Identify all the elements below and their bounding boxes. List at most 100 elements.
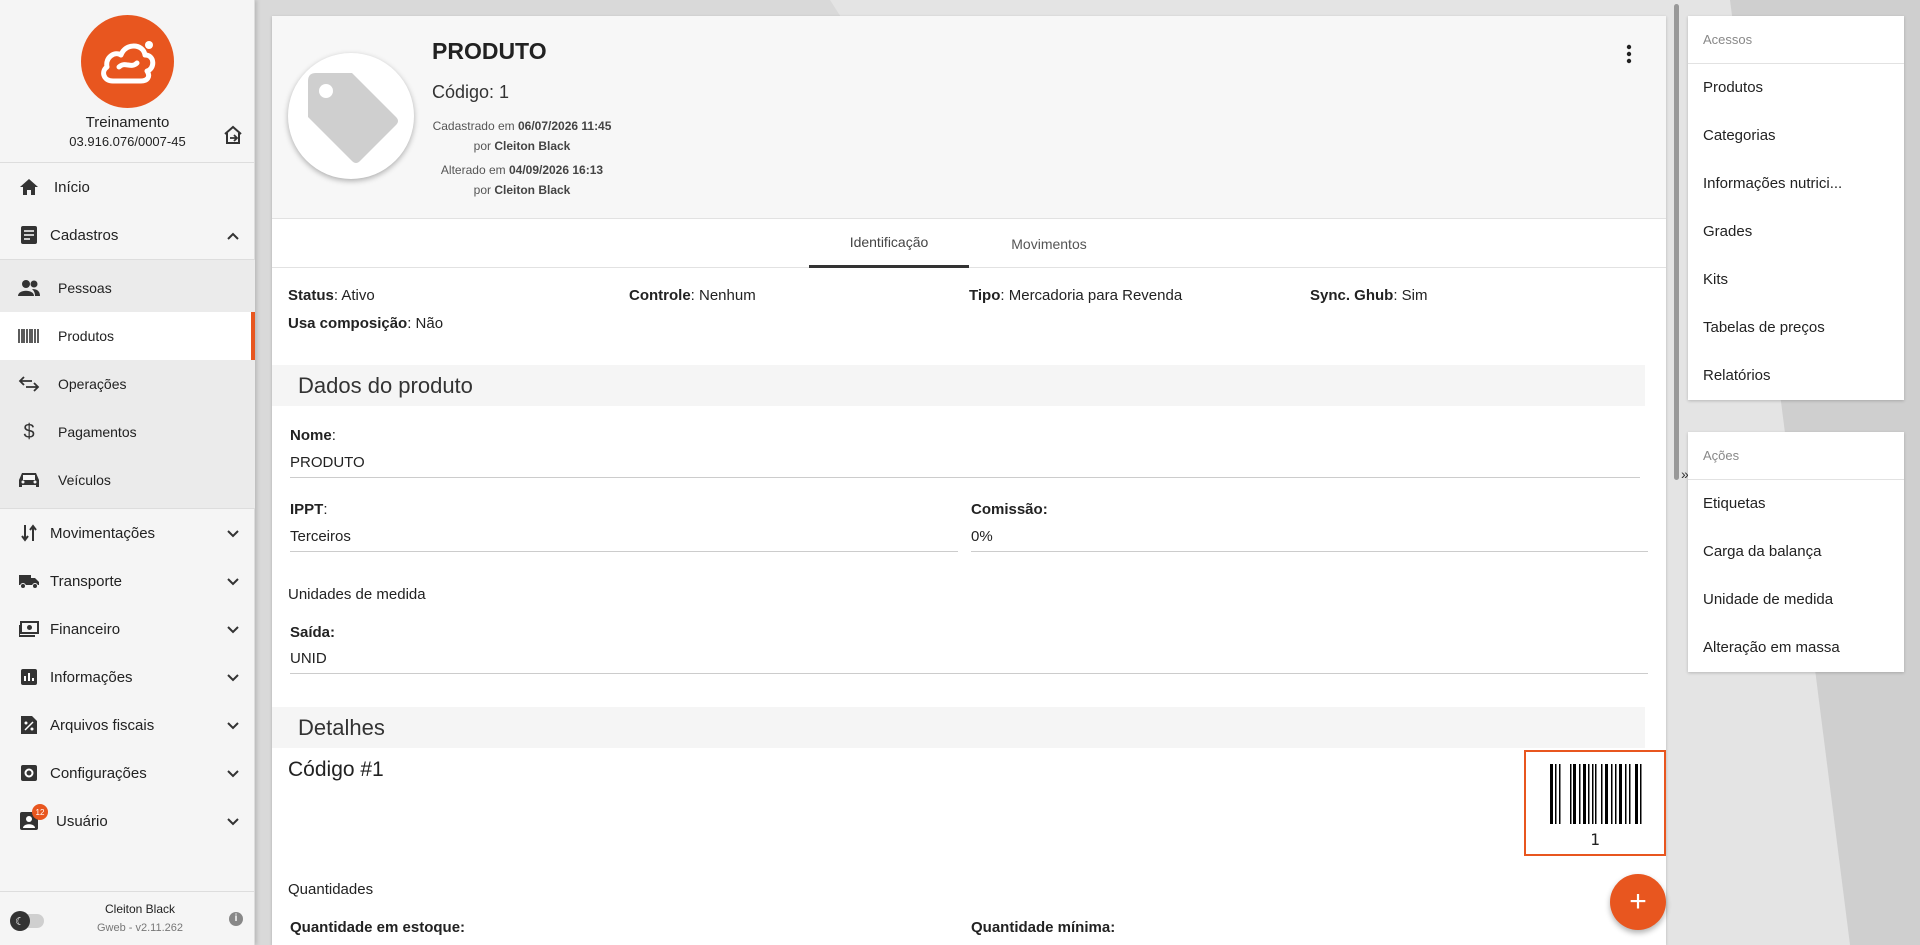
updated-at: 04/09/2026 16:13 — [508, 163, 604, 177]
section-detalhes: Detalhes — [272, 707, 1645, 748]
chevron-down-icon — [227, 621, 239, 638]
nav-label: Transporte — [50, 572, 122, 590]
created-at: 06/07/2026 11:45 — [517, 119, 612, 133]
created-by-info: por Cleiton Black — [422, 139, 622, 153]
nav-item-cadastros[interactable]: Cadastros — [0, 211, 255, 259]
comissao-field[interactable]: 0% — [971, 528, 1648, 552]
nav-item-usuario[interactable]: 12 Usuário — [0, 797, 255, 845]
chevron-up-icon — [227, 227, 239, 244]
acessos-item-tabelas-precos[interactable]: Tabelas de preços — [1688, 304, 1904, 352]
main-nav: Início Cadastros Pessoas Produtos Operaç… — [0, 162, 255, 845]
nome-field[interactable]: PRODUTO — [290, 454, 1640, 478]
acessos-item-informacoes-nutricionais[interactable]: Informações nutrici... — [1688, 160, 1904, 208]
acessos-item-grades[interactable]: Grades — [1688, 208, 1904, 256]
switch-company-icon[interactable] — [222, 124, 244, 146]
nav-item-veiculos[interactable]: Veículos — [0, 456, 255, 504]
scrollbar-thumb[interactable] — [1674, 4, 1679, 480]
info-icon[interactable]: i — [229, 912, 243, 926]
nav-item-movimentacoes[interactable]: Movimentações — [0, 509, 255, 557]
qtd-estoque-label: Quantidade em estoque: — [290, 919, 466, 936]
composicao-value: : Não — [407, 315, 444, 332]
nav-label: Veículos — [58, 472, 111, 488]
car-icon — [18, 469, 40, 491]
acessos-item-produtos[interactable]: Produtos — [1688, 64, 1904, 112]
ippt-label: IPPT: — [290, 501, 328, 518]
nome-label-text: Nome — [290, 427, 332, 444]
nav-item-financeiro[interactable]: Financeiro — [0, 605, 255, 653]
nav-label: Arquivos fiscais — [50, 716, 155, 734]
created-by: Cleiton Black — [494, 139, 571, 153]
add-button[interactable]: + — [1610, 874, 1666, 930]
ippt-label-text: IPPT — [290, 501, 324, 518]
product-code: Código: 1 — [432, 82, 510, 102]
content-scrollbar[interactable] — [1673, 0, 1681, 480]
notification-badge: 12 — [32, 804, 48, 820]
nav-label: Configurações — [50, 764, 147, 782]
sidebar-footer: ☾ Cleiton Black Gweb - v2.11.262 i — [0, 891, 255, 945]
acessos-panel: Acessos Produtos Categorias Informações … — [1688, 16, 1904, 400]
nav-item-arquivos-fiscais[interactable]: Arquivos fiscais — [0, 701, 255, 749]
updated-by: Cleiton Black — [494, 183, 571, 197]
nav-item-transporte[interactable]: Transporte — [0, 557, 255, 605]
unidades-medida-title: Unidades de medida — [288, 586, 426, 603]
colon: : — [331, 427, 336, 444]
updated-by-info: por Cleiton Black — [422, 183, 622, 197]
product-avatar[interactable] — [288, 53, 414, 179]
created-info: Cadastrado em 06/07/2026 11:45 — [422, 119, 622, 133]
acoes-item-etiquetas[interactable]: Etiquetas — [1688, 480, 1904, 528]
tipo-field: Tipo: Mercadoria para Revenda — [969, 287, 1182, 304]
tab-movimentos[interactable]: Movimentos — [969, 219, 1129, 268]
nav-label: Início — [54, 178, 90, 196]
acoes-item-unidade-medida[interactable]: Unidade de medida — [1688, 576, 1904, 624]
nav-item-configuracoes[interactable]: Configurações — [0, 749, 255, 797]
status-value: : Ativo — [333, 287, 375, 304]
comissao-label: Comissão: — [971, 501, 1048, 518]
tipo-value: : Mercadoria para Revenda — [1000, 287, 1183, 304]
nav-item-pessoas[interactable]: Pessoas — [0, 264, 255, 312]
company-name: Treinamento — [85, 114, 170, 131]
company-cnpj: 03.916.076/0007-45 — [69, 134, 186, 149]
sync-value: : Sim — [1393, 287, 1428, 304]
sync-field: Sync. Ghub: Sim — [1310, 287, 1428, 304]
form-icon — [18, 224, 40, 246]
nav-label: Produtos — [58, 328, 115, 344]
acoes-item-alteracao-massa[interactable]: Alteração em massa — [1688, 624, 1904, 672]
saida-field[interactable]: UNID — [290, 650, 1648, 674]
more-options-icon[interactable] — [1624, 44, 1634, 64]
created-by-prefix: por — [473, 139, 491, 153]
ippt-field[interactable]: Terceiros — [290, 528, 958, 552]
codigo-title: Código #1 — [288, 758, 384, 781]
nav-item-pagamentos[interactable]: $ Pagamentos — [0, 408, 255, 456]
saida-label: Saída: — [290, 624, 336, 641]
nav-item-operacoes[interactable]: Operações — [0, 360, 255, 408]
acessos-item-categorias[interactable]: Categorias — [1688, 112, 1904, 160]
tipo-label: Tipo — [969, 287, 1001, 304]
product-title: PRODUTO — [432, 38, 547, 64]
acoes-item-carga-balanca[interactable]: Carga da balança — [1688, 528, 1904, 576]
controle-field: Controle: Nenhum — [629, 287, 756, 304]
barcode-number: 1 — [1590, 830, 1600, 849]
created-prefix: Cadastrado em — [432, 119, 515, 133]
chevron-down-icon — [227, 669, 239, 686]
chevron-down-icon — [227, 765, 239, 782]
swap-arrows-icon — [18, 373, 40, 395]
nav-item-inicio[interactable]: Início — [0, 163, 255, 211]
money-icon — [18, 618, 40, 640]
quantidades-title: Quantidades — [288, 881, 374, 898]
acessos-item-kits[interactable]: Kits — [1688, 256, 1904, 304]
sort-arrows-icon — [18, 522, 40, 544]
nav-label: Pessoas — [58, 280, 112, 296]
acessos-item-relatorios[interactable]: Relatórios — [1688, 352, 1904, 400]
nav-item-informacoes[interactable]: Informações — [0, 653, 255, 701]
status-label: Status — [288, 287, 334, 304]
tab-identificacao[interactable]: Identificação — [809, 219, 969, 268]
controle-label: Controle — [629, 287, 691, 304]
chevron-down-icon — [227, 573, 239, 590]
tax-file-icon — [18, 714, 40, 736]
barcode-card[interactable]: 1 — [1524, 750, 1666, 856]
nav-label: Operações — [58, 376, 127, 392]
nav-item-produtos[interactable]: Produtos — [0, 312, 255, 360]
acessos-title: Acessos — [1688, 16, 1904, 64]
product-tabs: Identificação Movimentos — [272, 219, 1666, 268]
acoes-panel: Ações Etiquetas Carga da balança Unidade… — [1688, 432, 1904, 672]
